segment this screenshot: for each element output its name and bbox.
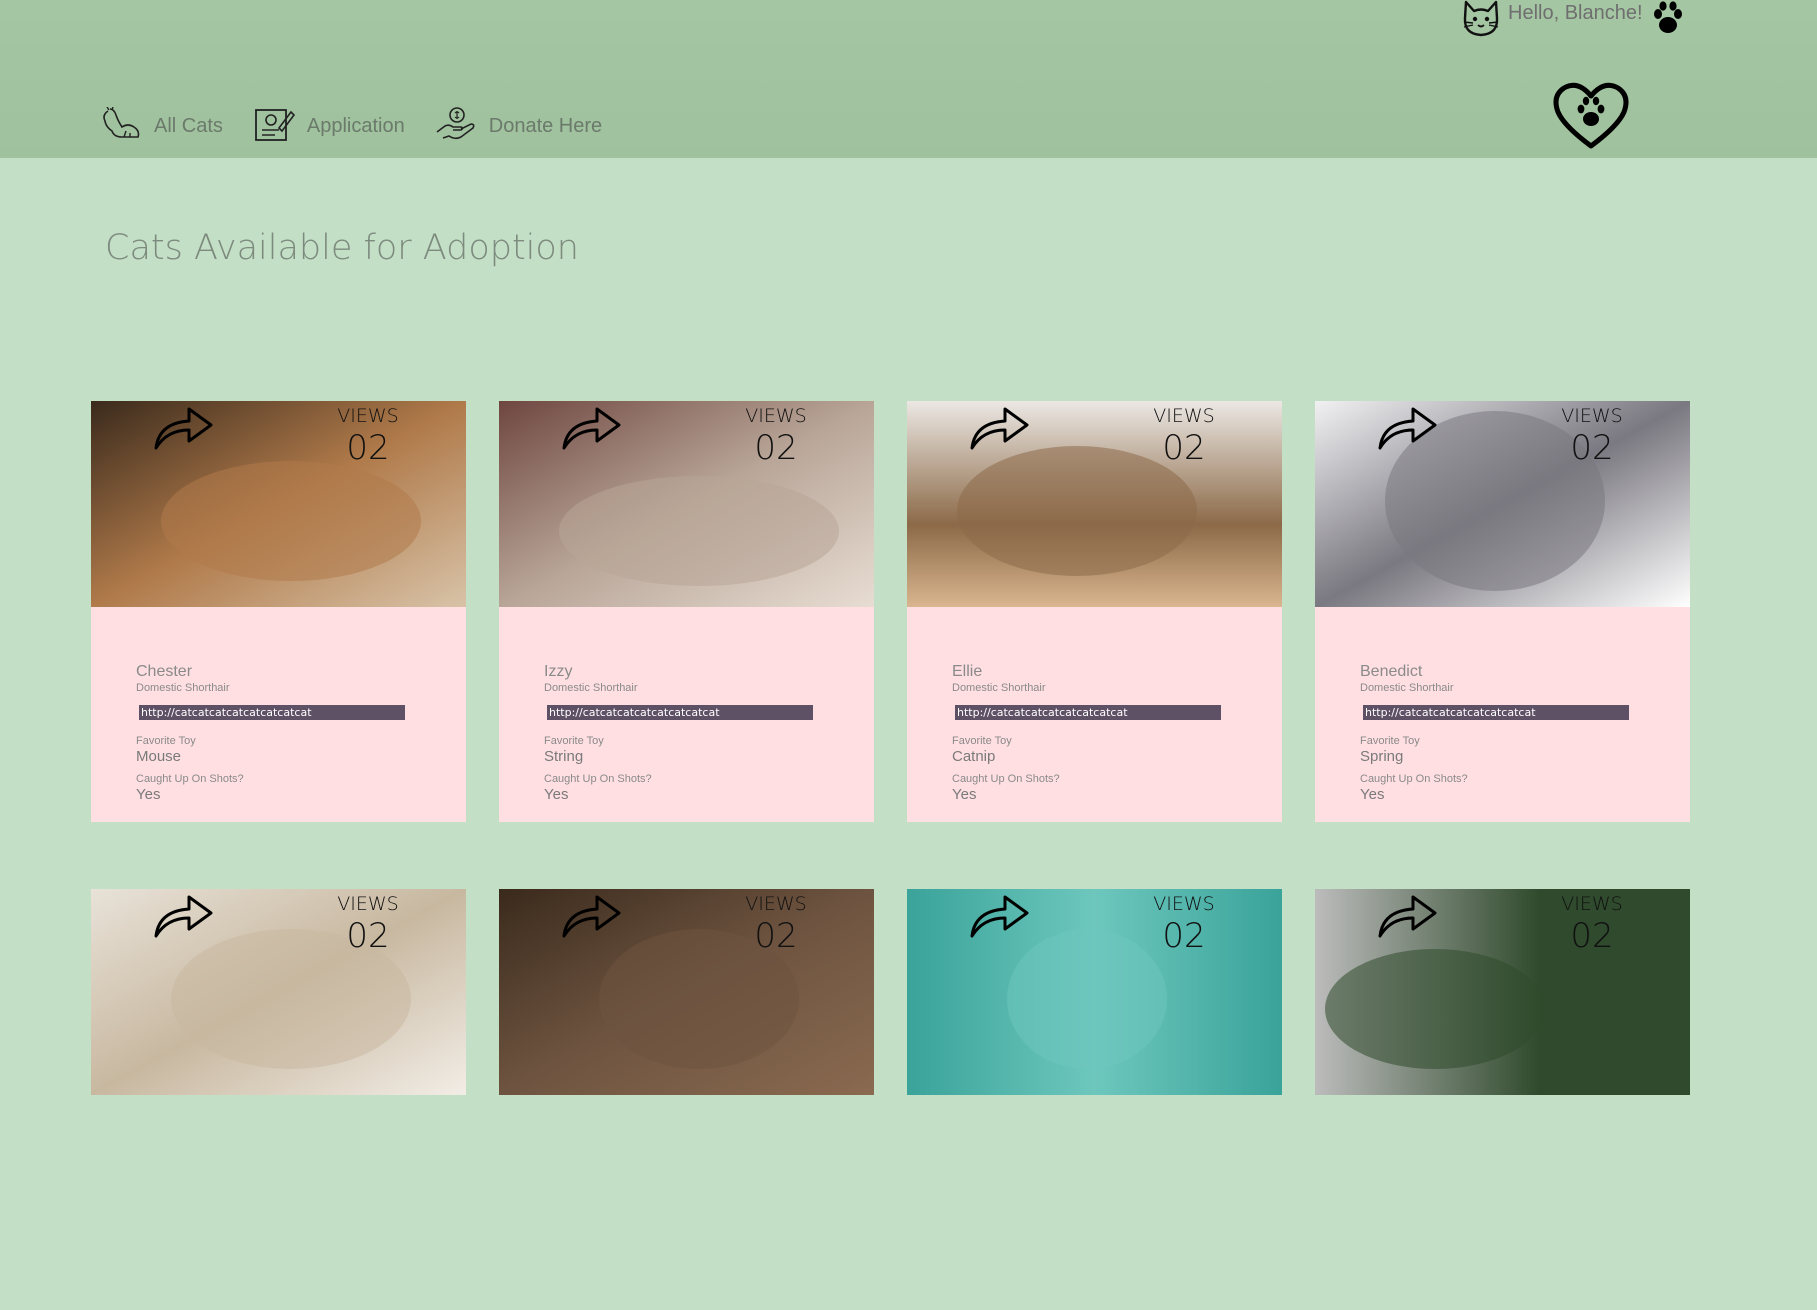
share-icon[interactable]	[1377, 891, 1439, 944]
cat-card[interactable]: VIEWS 02	[91, 889, 466, 1310]
shots-value: Yes	[136, 786, 161, 803]
views-label: VIEWS	[745, 405, 807, 427]
nav-donate[interactable]: Donate Here	[435, 106, 602, 147]
cat-name: Ellie	[952, 663, 983, 680]
page-title: Cats Available for Adoption	[105, 228, 579, 268]
shots-label: Caught Up On Shots?	[136, 773, 244, 785]
cat-photo[interactable]: VIEWS 02	[1315, 401, 1690, 607]
favorite-toy-value: Spring	[1360, 748, 1404, 765]
cat-photo[interactable]: VIEWS 02	[499, 889, 874, 1095]
greeting-text: Hello, Blanche!	[1508, 1, 1643, 24]
share-icon[interactable]	[153, 891, 215, 944]
shots-label: Caught Up On Shots?	[1360, 773, 1468, 785]
favorite-toy-label: Favorite Toy	[1360, 735, 1420, 747]
nav-application[interactable]: Application	[253, 106, 405, 147]
favorite-toy-label: Favorite Toy	[136, 735, 196, 747]
cat-profile-link[interactable]: http://catcatcatcatcatcatcatcat	[955, 705, 1221, 720]
views-count: 02	[754, 428, 798, 468]
views-label: VIEWS	[745, 893, 807, 915]
views-count: 02	[346, 428, 390, 468]
share-icon[interactable]	[153, 403, 215, 456]
donate-hand-icon	[435, 106, 477, 147]
shots-value: Yes	[1360, 786, 1385, 803]
cat-face-icon	[1460, 0, 1502, 43]
views-count: 02	[1570, 916, 1614, 956]
views-label: VIEWS	[337, 405, 399, 427]
cat-photo[interactable]: VIEWS 02	[1315, 889, 1690, 1095]
cat-profile-link[interactable]: http://catcatcatcatcatcatcatcat	[1363, 705, 1629, 720]
cat-profile-link[interactable]: http://catcatcatcatcatcatcatcat	[139, 705, 405, 720]
top-header: Hello, Blanche! All Cats Application Don…	[0, 0, 1817, 158]
application-form-icon	[253, 106, 295, 147]
cat-photo[interactable]: VIEWS 02	[499, 401, 874, 607]
nav-label: Application	[306, 115, 405, 137]
cat-photo-image	[499, 889, 874, 1095]
cat-info-panel: Ellie Domestic Shorthair http://catcatca…	[907, 607, 1282, 822]
views-count: 02	[754, 916, 798, 956]
favorite-toy-value: String	[544, 748, 584, 765]
user-greeting: Hello, Blanche!	[1460, 0, 1687, 40]
cat-card[interactable]: VIEWS 02	[907, 889, 1282, 1310]
cat-info-panel: Benedict Domestic Shorthair http://catca…	[1315, 607, 1690, 822]
cat-photo-image	[907, 889, 1282, 1095]
paw-icon[interactable]	[1649, 0, 1687, 41]
cat-photo[interactable]: VIEWS 02	[907, 889, 1282, 1095]
shots-value: Yes	[952, 786, 977, 803]
cat-photo-image	[91, 401, 466, 607]
cat-name: Benedict	[1360, 663, 1423, 680]
cat-photo-image	[1315, 889, 1690, 1095]
shots-label: Caught Up On Shots?	[952, 773, 1060, 785]
cat-card[interactable]: VIEWS 02	[499, 889, 874, 1310]
favorite-toy-value: Mouse	[136, 748, 182, 765]
cat-photo-image	[907, 401, 1282, 607]
views-label: VIEWS	[1561, 893, 1623, 915]
views-label: VIEWS	[337, 893, 399, 915]
cat-photo-image	[91, 889, 466, 1095]
nav-all-cats[interactable]: All Cats	[100, 106, 223, 147]
main-nav: All Cats Application Donate Here	[100, 106, 602, 147]
cat-icon	[100, 106, 142, 146]
cat-info-panel: Izzy Domestic Shorthair http://catcatcat…	[499, 607, 874, 822]
views-label: VIEWS	[1153, 405, 1215, 427]
views-count: 02	[1570, 428, 1614, 468]
cat-photo-image	[1315, 401, 1690, 607]
share-icon[interactable]	[561, 891, 623, 944]
cat-card[interactable]: VIEWS 02 Izzy Domestic Shorthair http://…	[499, 401, 874, 822]
cat-card[interactable]: VIEWS 02 Ellie Domestic Shorthair http:/…	[907, 401, 1282, 822]
heart-paw-logo-icon[interactable]	[1550, 80, 1632, 157]
views-label: VIEWS	[1561, 405, 1623, 427]
views-count: 02	[346, 916, 390, 956]
cat-photo[interactable]: VIEWS 02	[91, 889, 466, 1095]
cat-photo[interactable]: VIEWS 02	[91, 401, 466, 607]
shots-value: Yes	[544, 786, 569, 803]
cat-card[interactable]: VIEWS 02 Chester Domestic Shorthair http…	[91, 401, 466, 822]
views-label: VIEWS	[1153, 893, 1215, 915]
share-icon[interactable]	[969, 891, 1031, 944]
cat-breed: Domestic Shorthair	[544, 682, 638, 694]
favorite-toy-label: Favorite Toy	[952, 735, 1012, 747]
share-icon[interactable]	[969, 403, 1031, 456]
cat-photo[interactable]: VIEWS 02	[907, 401, 1282, 607]
cat-name: Chester	[136, 663, 193, 680]
favorite-toy-value: Catnip	[952, 748, 996, 765]
cat-breed: Domestic Shorthair	[136, 682, 230, 694]
cat-info-panel: Chester Domestic Shorthair http://catcat…	[91, 607, 466, 822]
share-icon[interactable]	[561, 403, 623, 456]
views-count: 02	[1162, 428, 1206, 468]
share-icon[interactable]	[1377, 403, 1439, 456]
cat-card[interactable]: VIEWS 02	[1315, 889, 1690, 1310]
nav-label: All Cats	[154, 115, 223, 137]
views-count: 02	[1162, 916, 1206, 956]
shots-label: Caught Up On Shots?	[544, 773, 652, 785]
cat-profile-link[interactable]: http://catcatcatcatcatcatcatcat	[547, 705, 813, 720]
favorite-toy-label: Favorite Toy	[544, 735, 604, 747]
cat-name: Izzy	[544, 663, 573, 680]
cat-breed: Domestic Shorthair	[952, 682, 1046, 694]
cat-breed: Domestic Shorthair	[1360, 682, 1454, 694]
cat-photo-image	[499, 401, 874, 607]
nav-label: Donate Here	[488, 115, 603, 137]
cat-card[interactable]: VIEWS 02 Benedict Domestic Shorthair htt…	[1315, 401, 1690, 822]
